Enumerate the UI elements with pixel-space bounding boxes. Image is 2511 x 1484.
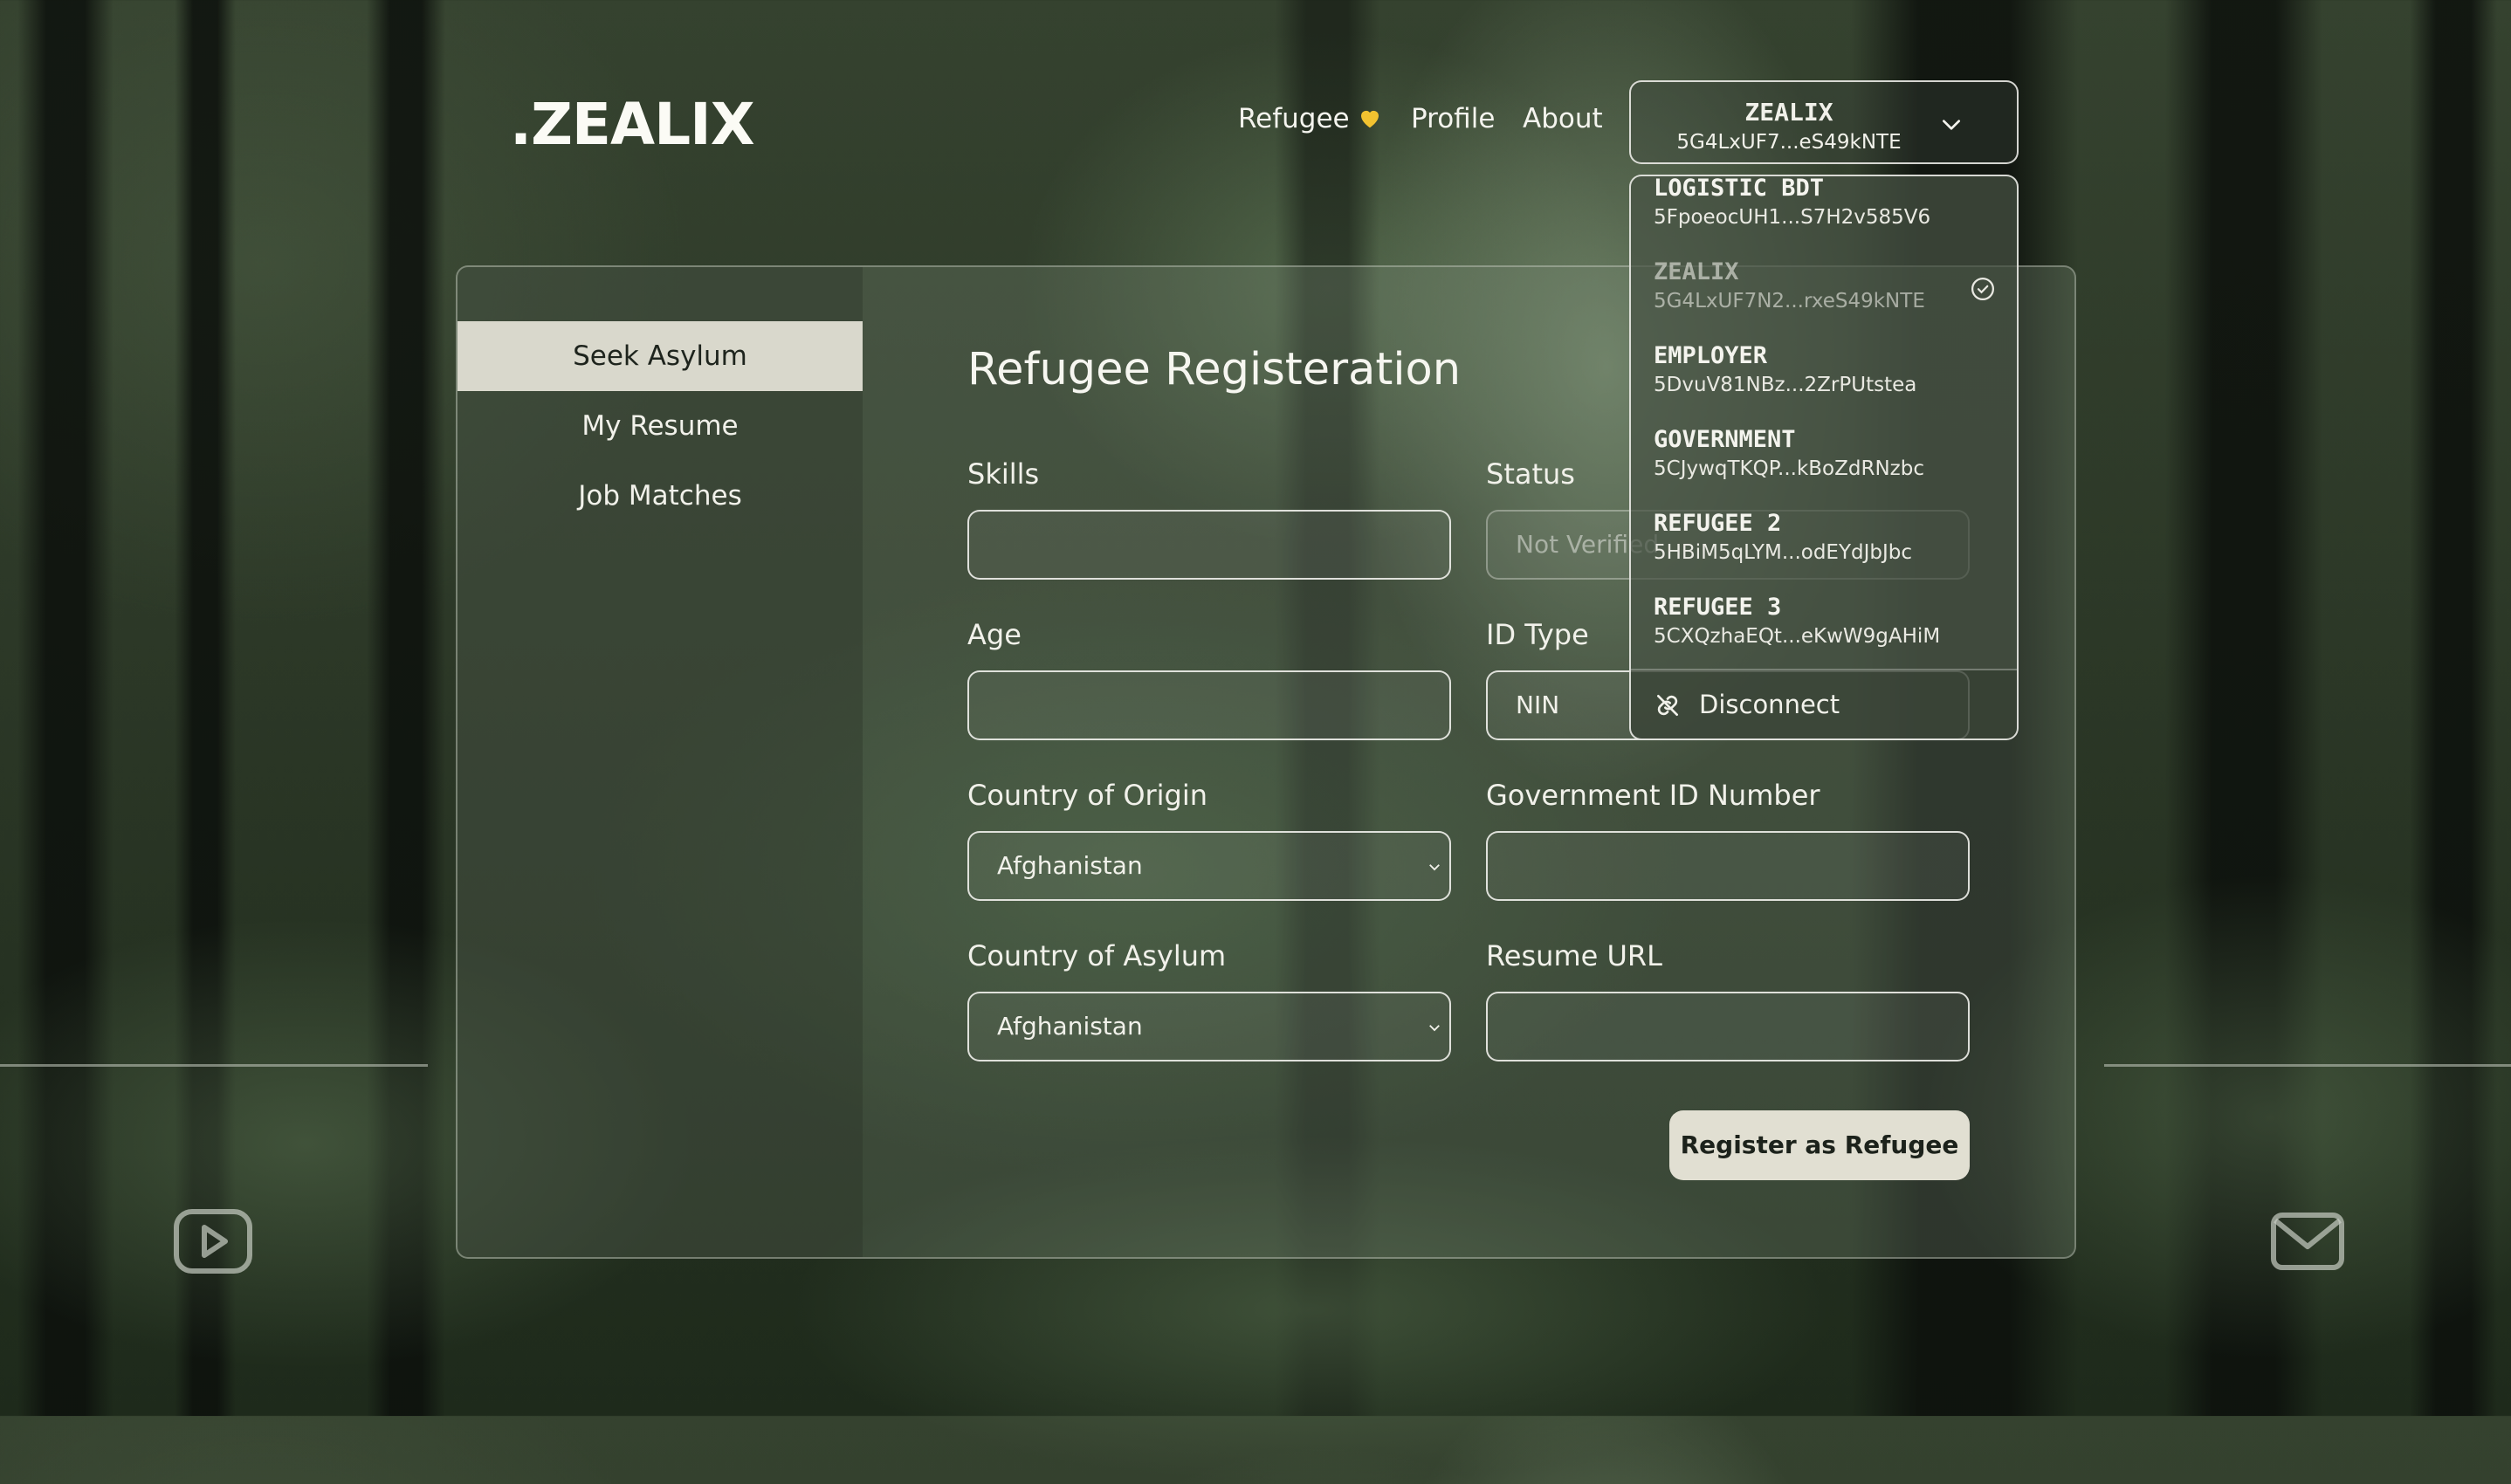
- country-origin-label: Country of Origin: [967, 779, 1208, 812]
- sidebar: Seek Asylum My Resume Job Matches: [457, 267, 863, 1257]
- age-input[interactable]: [967, 670, 1451, 740]
- account-name: GOVERNMENT: [1654, 426, 1796, 453]
- chevron-down-icon: [1429, 864, 1440, 871]
- chevron-down-icon: [1942, 120, 1961, 130]
- account-item[interactable]: EMPLOYER 5DvuV81NBz...2ZrPUtstea: [1631, 342, 2017, 426]
- country-asylum-select[interactable]: Afghanistan: [967, 992, 1451, 1061]
- account-name: REFUGEE 3: [1654, 594, 1782, 621]
- account-address: 5CJywqTKQP...kBoZdRNzbc: [1654, 457, 1924, 480]
- account-item[interactable]: GOVERNMENT 5CJywqTKQP...kBoZdRNzbc: [1631, 426, 2017, 510]
- form-title: Refugee Registeration: [967, 344, 1462, 395]
- gov-id-label: Government ID Number: [1486, 779, 1820, 812]
- country-origin-value: Afghanistan: [997, 851, 1143, 880]
- sidebar-item-seek-asylum[interactable]: Seek Asylum: [457, 321, 863, 391]
- account-address: 5G4LxUF7N2...rxeS49kNTE: [1654, 290, 1925, 313]
- account-item[interactable]: ZEALIX 5G4LxUF7N2...rxeS49kNTE: [1631, 258, 2017, 342]
- sidebar-item-my-resume[interactable]: My Resume: [457, 391, 863, 461]
- account-name: EMPLOYER: [1654, 342, 1768, 369]
- country-asylum-value: Afghanistan: [997, 1012, 1143, 1041]
- id-type-label: ID Type: [1486, 618, 1589, 651]
- nav-refugee-label: Refugee: [1238, 103, 1350, 134]
- account-name: LOGISTIC BDT: [1654, 175, 1825, 202]
- account-name: REFUGEE 2: [1654, 510, 1782, 537]
- decor-line-left: [0, 1064, 428, 1067]
- mail-icon[interactable]: [2268, 1210, 2347, 1273]
- wallet-name: ZEALIX: [1744, 98, 1833, 127]
- nav-refugee[interactable]: Refugee: [1238, 103, 1383, 134]
- skills-input[interactable]: [967, 510, 1451, 580]
- logo[interactable]: .ZEALIX: [510, 91, 755, 158]
- account-address: 5HBiM5qLYM...odEYdJbJbc: [1654, 541, 1913, 564]
- skills-label: Skills: [967, 457, 1040, 491]
- account-address: 5CXQzhaEQt...eKwW9gAHiM: [1654, 625, 1941, 648]
- account-address: 5DvuV81NBz...2ZrPUtstea: [1654, 374, 1917, 396]
- age-label: Age: [967, 618, 1022, 651]
- nav-profile[interactable]: Profile: [1411, 103, 1495, 134]
- wallet-selector-button[interactable]: ZEALIX 5G4LxUF7...eS49kNTE: [1629, 80, 2019, 164]
- account-name: ZEALIX: [1654, 258, 1739, 285]
- disconnect-button[interactable]: Disconnect: [1631, 670, 2017, 739]
- chevron-down-icon: [1429, 1025, 1440, 1032]
- account-item[interactable]: REFUGEE 3 5CXQzhaEQt...eKwW9gAHiM: [1631, 594, 2017, 677]
- decor-line-right: [2104, 1064, 2511, 1067]
- nav-about[interactable]: About: [1523, 103, 1603, 134]
- wallet-address: 5G4LxUF7...eS49kNTE: [1676, 131, 1902, 154]
- account-dropdown: LOGISTIC BDT 5FpoeocUH1...S7H2v585V6 ZEA…: [1629, 175, 2019, 740]
- country-asylum-label: Country of Asylum: [967, 939, 1227, 972]
- status-label: Status: [1486, 457, 1575, 491]
- heart-icon: [1360, 110, 1379, 128]
- country-origin-select[interactable]: Afghanistan: [967, 831, 1451, 901]
- resume-url-label: Resume URL: [1486, 939, 1662, 972]
- account-item[interactable]: REFUGEE 2 5HBiM5qLYM...odEYdJbJbc: [1631, 510, 2017, 594]
- unlink-icon: [1657, 695, 1678, 716]
- register-button[interactable]: Register as Refugee: [1669, 1110, 1970, 1180]
- check-circle-icon: [1971, 278, 1994, 300]
- disconnect-label: Disconnect: [1699, 690, 1840, 719]
- youtube-icon[interactable]: [171, 1206, 255, 1276]
- sidebar-item-job-matches[interactable]: Job Matches: [457, 461, 863, 531]
- account-item[interactable]: LOGISTIC BDT 5FpoeocUH1...S7H2v585V6: [1631, 175, 2017, 258]
- account-address: 5FpoeocUH1...S7H2v585V6: [1654, 206, 1931, 229]
- gov-id-input[interactable]: [1486, 831, 1970, 901]
- resume-url-input[interactable]: [1486, 992, 1970, 1061]
